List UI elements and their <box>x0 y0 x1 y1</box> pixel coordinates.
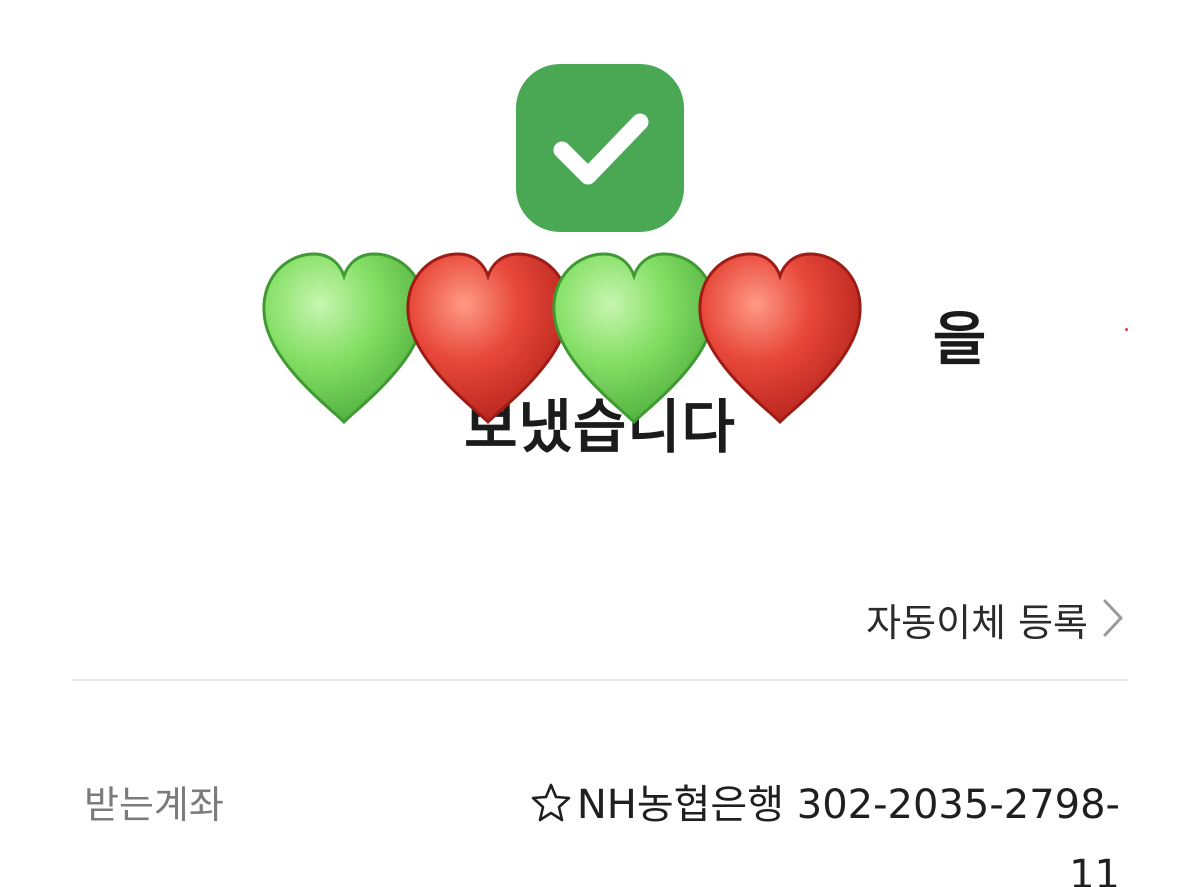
auto-transfer-register-link[interactable]: 자동이체 등록 <box>866 592 1124 647</box>
auto-transfer-label: 자동이체 등록 <box>866 601 1088 645</box>
receiving-account-value: NH농협은행 302-2035-2798- 11 <box>500 772 1120 887</box>
red-dot <box>1125 328 1128 331</box>
success-check-icon <box>516 64 684 232</box>
account-number-line-2: 11 <box>1069 852 1120 887</box>
receiving-account-label: 받는계좌 <box>84 783 224 827</box>
red-heart-icon <box>694 250 866 430</box>
section-divider <box>72 679 1128 681</box>
bank-name: NH농협은행 <box>576 782 785 828</box>
account-number-line-1: 302-2035-2798- <box>796 782 1120 828</box>
star-outline-icon[interactable] <box>531 776 571 842</box>
transfer-complete-screen: 을 보냈습니다 자동이체 등록 받는계좌 NH농협은행 302-2035-279… <box>0 0 1200 887</box>
chevron-right-icon <box>1102 598 1124 642</box>
